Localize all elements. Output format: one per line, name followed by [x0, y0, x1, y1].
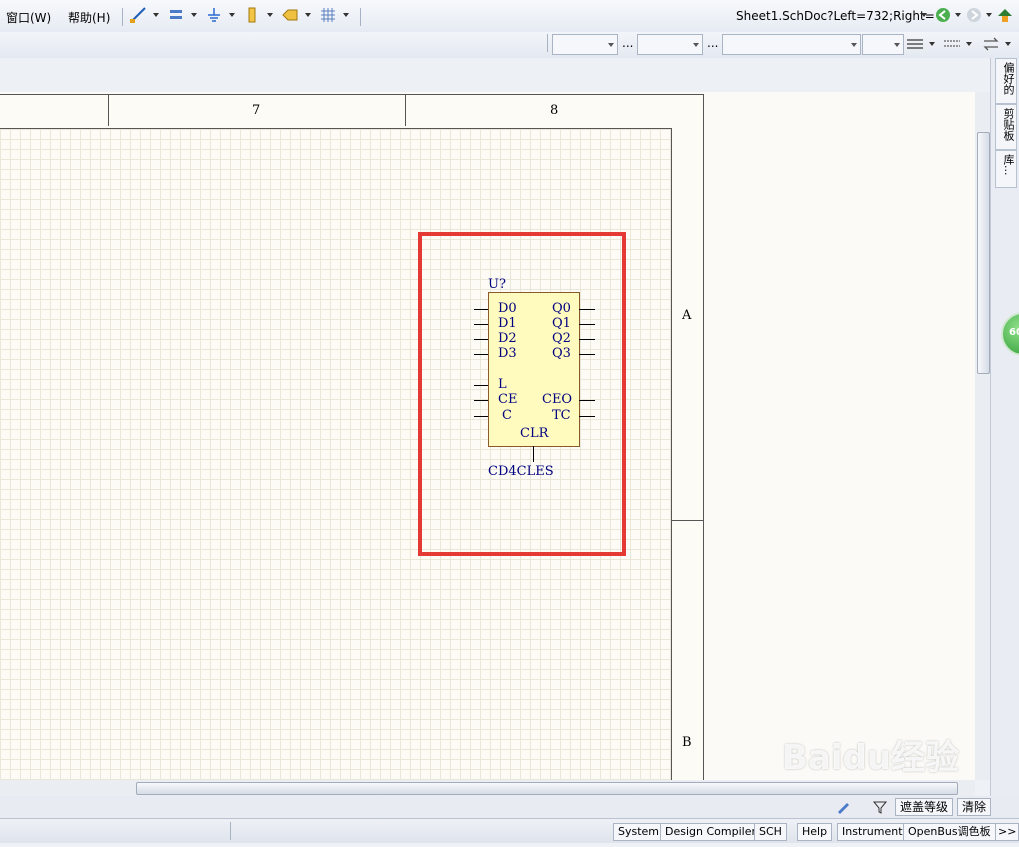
clear-button[interactable]: 清除	[957, 798, 992, 816]
swap-icon[interactable]	[982, 36, 1000, 52]
menu-help[interactable]: 帮助(H)	[68, 9, 110, 26]
back-icon[interactable]	[934, 6, 952, 24]
side-tab-library[interactable]: 库...	[995, 150, 1017, 188]
chevron-down-icon[interactable]	[921, 13, 927, 17]
chevron-down-icon	[851, 43, 857, 47]
line-style-icon[interactable]	[943, 36, 961, 52]
menu-window[interactable]: 窗口(W)	[6, 9, 51, 26]
zone-column-label: 7	[252, 103, 261, 118]
filter-combo-2[interactable]	[637, 34, 703, 55]
horizontal-scrollbar[interactable]	[0, 780, 975, 796]
status-tab-sch[interactable]: SCH	[754, 823, 787, 841]
chevron-down-icon[interactable]	[229, 13, 235, 17]
zone-row-label: B	[682, 735, 692, 750]
line-width-icon[interactable]	[906, 36, 924, 52]
mask-bar: 遮盖等级 清除	[0, 796, 1019, 818]
toolbar-separator	[122, 8, 123, 26]
status-tab-help[interactable]: Help	[797, 823, 833, 841]
forward-icon[interactable]	[965, 6, 983, 24]
horizontal-scroll-thumb[interactable]	[136, 782, 958, 795]
status-bar: System Design Compiler SCH Help Instrume…	[0, 818, 1019, 843]
status-tab-instruments[interactable]: Instruments	[837, 823, 914, 841]
side-tab-clipboard[interactable]: 剪贴板	[995, 104, 1017, 150]
toolbar-separator	[547, 34, 548, 52]
menu-bar: 窗口(W) 帮助(H) Sheet1.SchDoc?Left=732;Right…	[0, 0, 1019, 32]
document-tab-strip	[0, 58, 990, 93]
toolbar-separator	[360, 8, 361, 26]
pen-icon[interactable]	[835, 799, 851, 815]
chevron-down-icon[interactable]	[986, 13, 992, 17]
document-path-label[interactable]: Sheet1.SchDoc?Left=732;Right=	[736, 9, 935, 23]
chevron-down-icon[interactable]	[1005, 42, 1011, 46]
side-tab-favorites[interactable]: 偏好的	[995, 58, 1017, 104]
status-tab-more[interactable]: >>	[995, 823, 1019, 841]
home-icon[interactable]	[996, 6, 1014, 24]
highlight-box	[418, 232, 626, 556]
watermark-text: Baidu经验	[782, 738, 960, 778]
vertical-scrollbar[interactable]	[975, 92, 990, 780]
zone-row-label: A	[682, 308, 692, 323]
bus-tool-icon[interactable]	[168, 6, 186, 24]
more-dots-icon[interactable]: ...	[622, 36, 633, 50]
filter-combo-4[interactable]	[862, 34, 904, 55]
chevron-down-icon	[894, 43, 900, 47]
secondary-toolbar: ... ...	[0, 32, 1019, 59]
zone-column-label: 8	[550, 103, 559, 118]
status-tab-design-compiler[interactable]: Design Compiler	[660, 823, 761, 841]
status-tab-openbus[interactable]: OpenBus调色板	[903, 823, 996, 841]
chevron-down-icon[interactable]	[929, 42, 935, 46]
filter-combo-3[interactable]	[722, 34, 861, 55]
chevron-down-icon	[608, 43, 614, 47]
grid-tool-icon[interactable]	[319, 6, 337, 24]
chevron-down-icon	[693, 43, 699, 47]
side-panel-strip: 偏好的 剪贴板 库...	[990, 58, 1019, 818]
zone-divider	[108, 95, 109, 126]
filter-icon[interactable]	[873, 800, 887, 814]
vertical-scroll-thumb[interactable]	[977, 132, 990, 374]
chevron-down-icon[interactable]	[191, 13, 197, 17]
port-tool-icon[interactable]	[281, 6, 299, 24]
status-separator	[230, 822, 231, 840]
chevron-down-icon[interactable]	[153, 13, 159, 17]
ground-tool-icon[interactable]	[205, 6, 223, 24]
status-tab-system[interactable]: System	[613, 823, 665, 841]
chevron-down-icon[interactable]	[966, 42, 972, 46]
chevron-down-icon[interactable]	[955, 13, 961, 17]
badge-value: 60	[1009, 327, 1019, 338]
more-dots-icon[interactable]: ...	[707, 36, 718, 50]
filter-combo-1[interactable]	[552, 34, 618, 55]
zone-divider	[405, 95, 406, 126]
mask-level-button[interactable]: 遮盖等级	[895, 798, 954, 816]
chevron-down-icon[interactable]	[267, 13, 273, 17]
wire-tool-icon[interactable]	[129, 6, 147, 24]
chevron-down-icon[interactable]	[343, 13, 349, 17]
chevron-down-icon[interactable]	[305, 13, 311, 17]
part-tool-icon[interactable]	[243, 6, 261, 24]
zone-divider	[671, 520, 703, 521]
